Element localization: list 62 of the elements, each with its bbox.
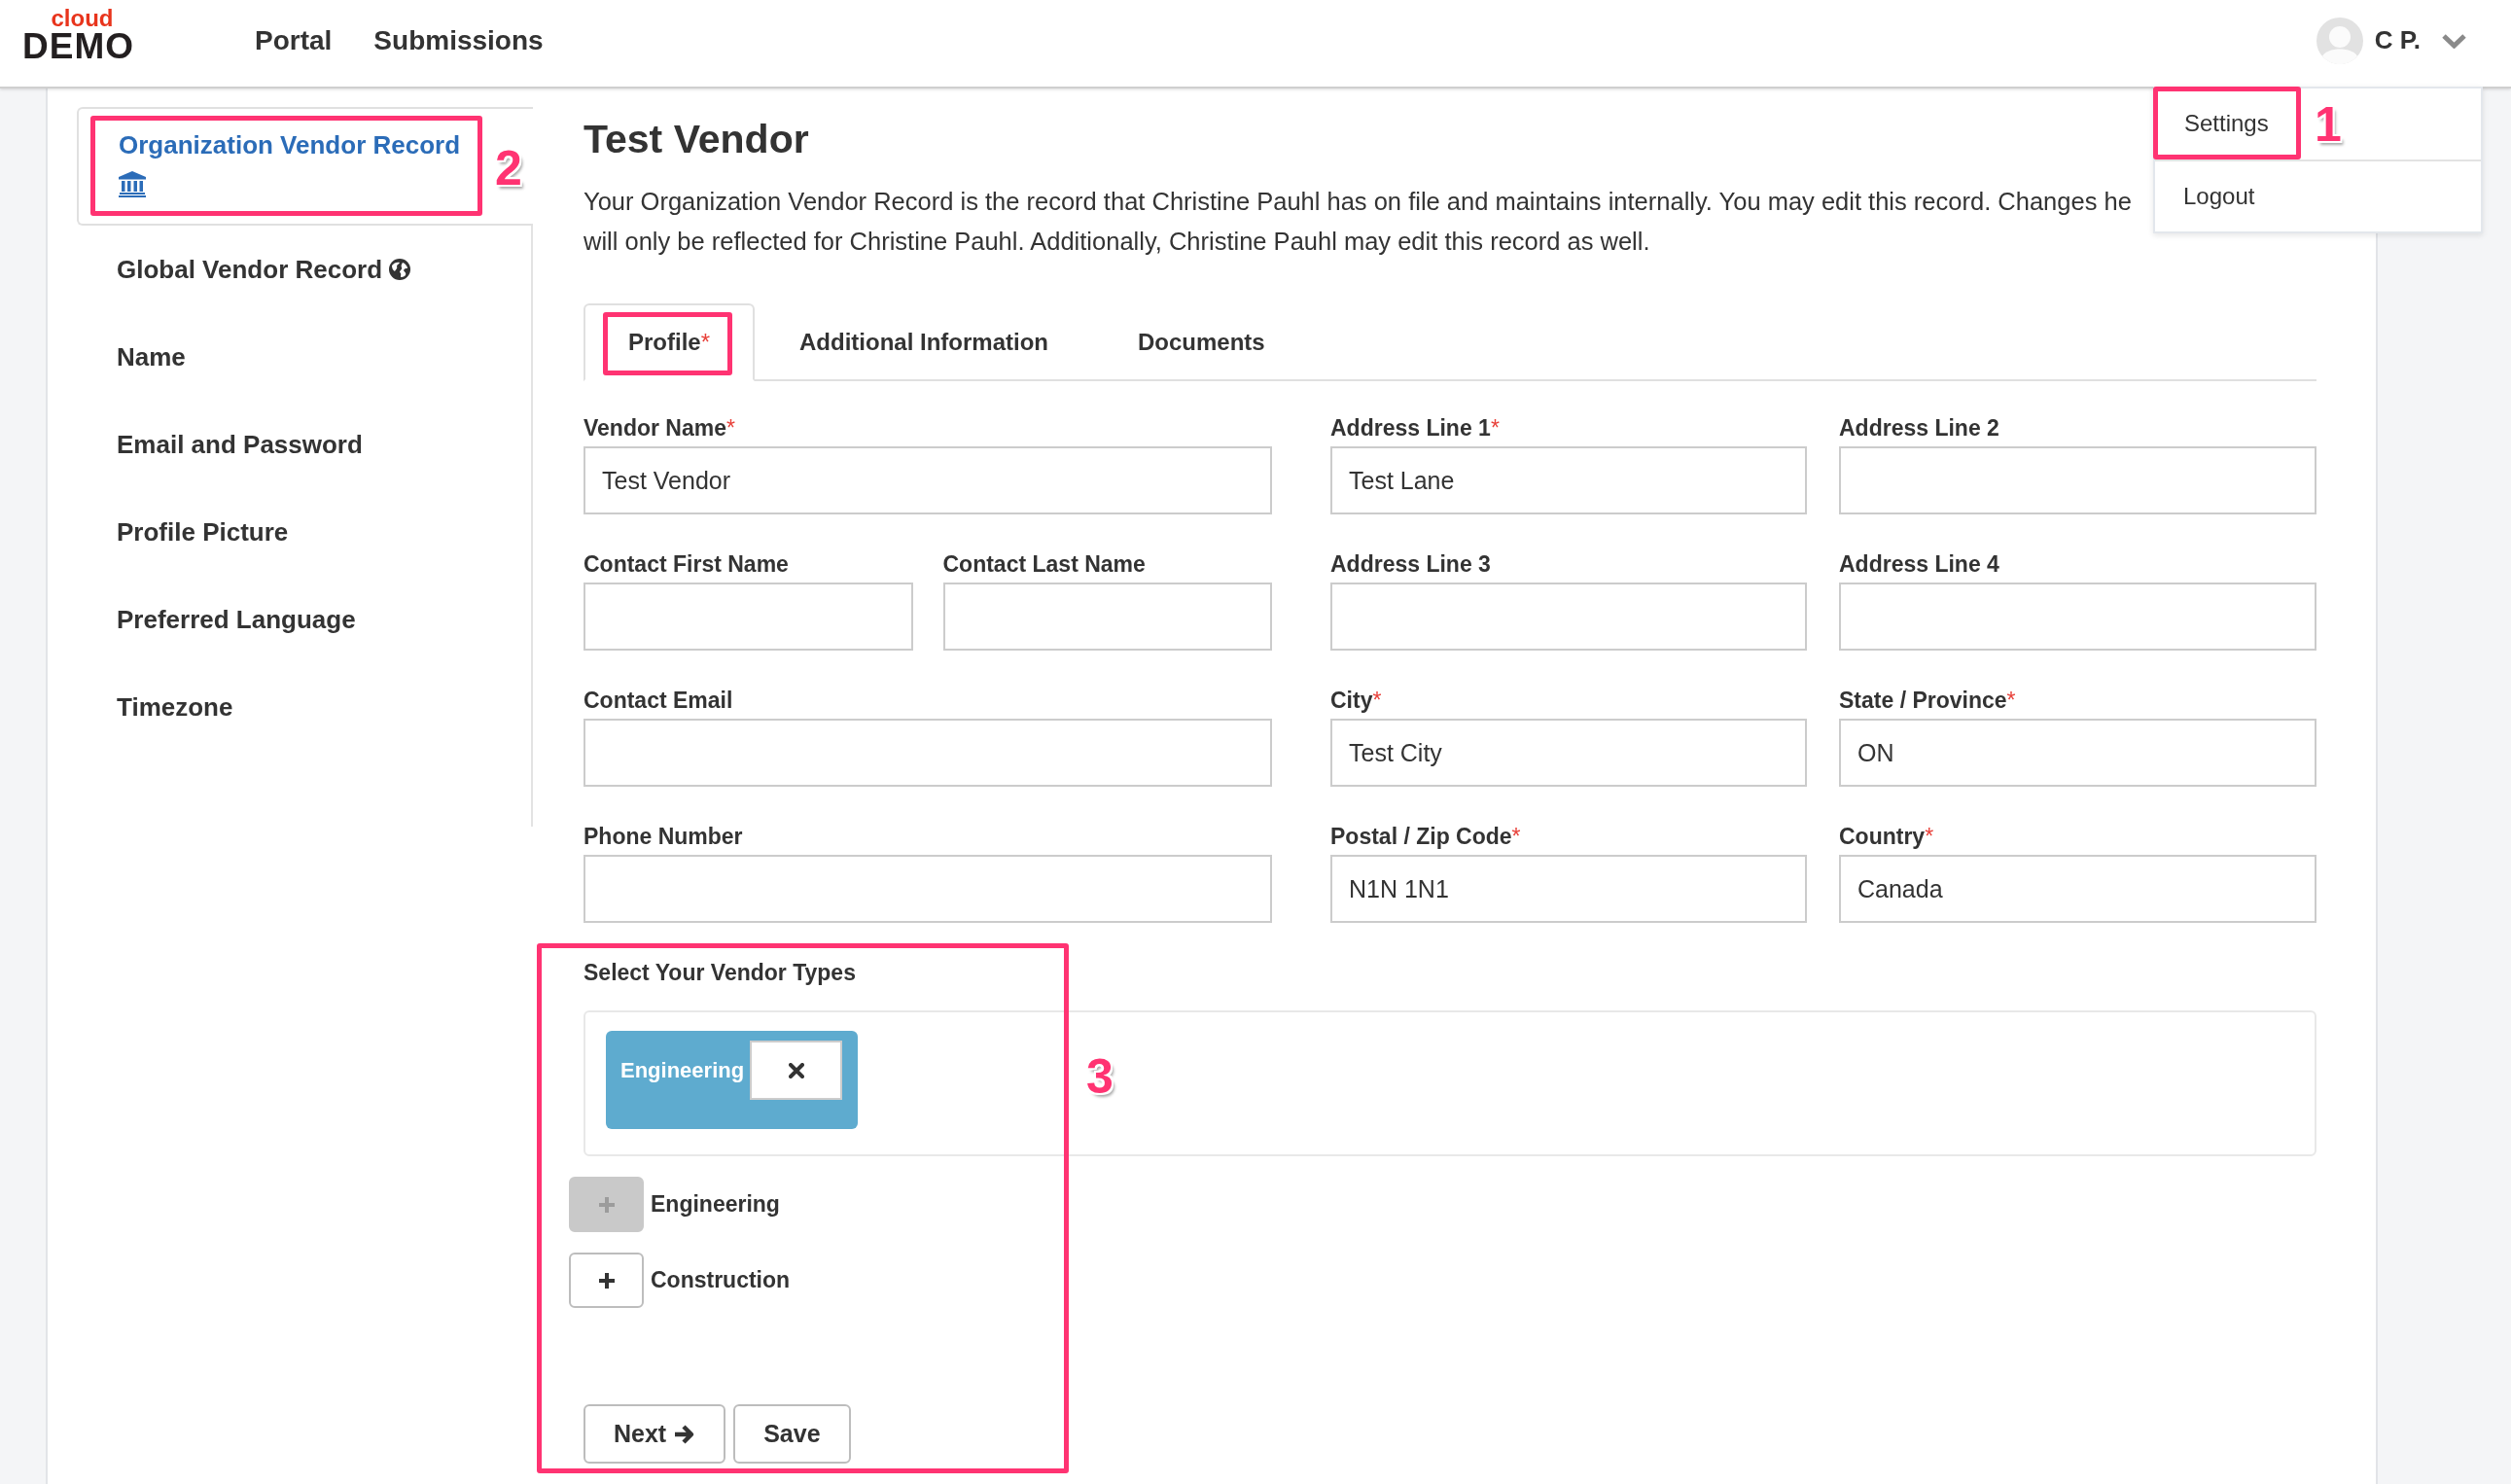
logo[interactable]: cloud DEMO	[22, 6, 134, 62]
globe-icon	[389, 259, 411, 280]
sidebar-item[interactable]: Preferred Language	[77, 576, 533, 663]
next-button[interactable]: Next	[584, 1404, 726, 1464]
sidebar-item[interactable]: Timezone	[77, 663, 533, 751]
description-text: will only be reflected for Christine Pauhl. Additionally, Christine Pauhl may edit this record as well.	[584, 227, 1650, 257]
option-label: Engineering	[651, 1190, 780, 1219]
tab[interactable]: Documents	[1093, 303, 1310, 381]
field-label: City*	[1330, 687, 1382, 714]
bank-icon	[119, 171, 146, 197]
section-label: Select Your Vendor Types	[584, 959, 856, 986]
user-menu-button[interactable]: C P.	[2374, 21, 2466, 59]
save-button[interactable]: Save	[733, 1404, 851, 1464]
arrow-right-icon	[674, 1424, 696, 1444]
callout-number: 3	[1086, 1052, 1114, 1101]
text-field[interactable]	[1839, 583, 2316, 651]
text-field[interactable]: Canada	[1839, 855, 2316, 923]
page-title: Test Vendor	[584, 116, 809, 163]
text-field[interactable]	[584, 719, 1272, 787]
remove-button[interactable]	[750, 1041, 843, 1100]
sidebar-item[interactable]: Global Vendor Record	[77, 226, 533, 313]
plus-icon	[597, 1195, 616, 1214]
tag-label: Engineering	[620, 1057, 745, 1084]
text-field[interactable]: Test City	[1330, 719, 1807, 787]
text-field[interactable]: Test Lane	[1330, 446, 1807, 514]
avatar-icon	[2316, 17, 2363, 64]
text-field[interactable]: ON	[1839, 719, 2316, 787]
nav-link[interactable]: Submissions	[373, 19, 544, 61]
menu-item[interactable]: Settings	[2153, 87, 2301, 159]
close-icon	[788, 1062, 804, 1078]
nav-link[interactable]: Portal	[255, 19, 333, 61]
callout-number: 1	[2315, 100, 2342, 149]
text-field[interactable]	[584, 855, 1272, 923]
text-field[interactable]: N1N 1N1	[1330, 855, 1807, 923]
description-text: Your Organization Vendor Record is the record that Christine Pauhl has on file and maintains internally. You may edit this record. Changes he	[584, 187, 2132, 217]
sidebar-item[interactable]: Name	[77, 313, 533, 401]
menu-item[interactable]: Logout	[2155, 161, 2481, 231]
field-label: Contact Last Name	[942, 550, 1146, 578]
text-field[interactable]	[584, 583, 913, 651]
field-label: State / Province*	[1839, 687, 2016, 714]
field-label: Address Line 4	[1839, 550, 1999, 578]
option-label: Construction	[651, 1266, 791, 1295]
field-label: Phone Number	[584, 823, 743, 850]
field-label: Address Line 2	[1839, 414, 1999, 442]
field-label: Contact Email	[584, 687, 733, 714]
text-field[interactable]: Test Vendor	[584, 446, 1272, 514]
chevron-down-icon	[2442, 32, 2466, 49]
sidebar-item[interactable]: Email and Password	[77, 401, 533, 488]
tab[interactable]: Additional Information	[755, 303, 1093, 381]
field-label: Postal / Zip Code*	[1330, 823, 1521, 850]
field-label: Vendor Name*	[584, 414, 735, 442]
plus-icon	[597, 1271, 616, 1290]
field-label: Country*	[1839, 823, 1934, 850]
text-field[interactable]	[1330, 583, 1807, 651]
field-label: Contact First Name	[584, 550, 789, 578]
text-field[interactable]	[1839, 446, 2316, 514]
text-field[interactable]	[942, 583, 1272, 651]
field-label: Address Line 1*	[1330, 414, 1500, 442]
callout-number: 2	[495, 144, 522, 193]
sidebar-item[interactable]: Profile Picture	[77, 488, 533, 576]
add-button[interactable]	[569, 1253, 644, 1308]
field-label: Address Line 3	[1330, 550, 1491, 578]
